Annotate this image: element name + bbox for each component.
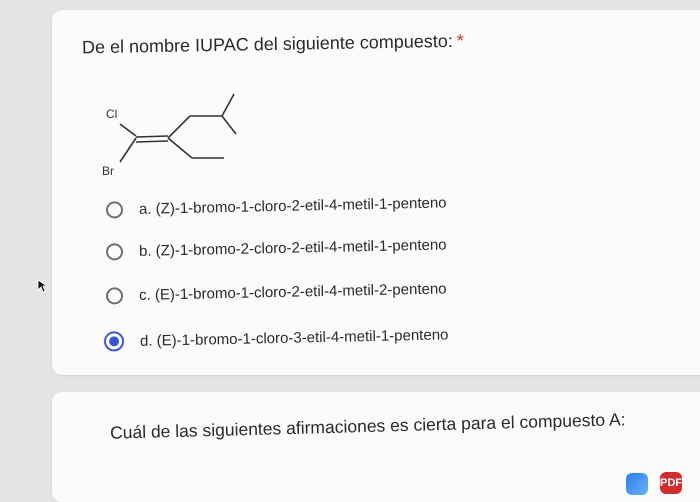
required-mark: *: [456, 30, 465, 51]
molecule-structure: Cl Br: [102, 93, 237, 178]
option-c[interactable]: c. (E)-1-bromo-1-cloro-2-etil-4-metil-2-…: [105, 280, 447, 305]
bond-c1-cl: [119, 123, 137, 137]
bond-c4-c5: [221, 115, 237, 135]
bond-c2-c3: [167, 115, 191, 139]
option-b-label: b. (Z)-1-bromo-2-cloro-2-etil-4-metil-1-…: [138, 236, 447, 260]
question-card-2: Cuál de las siguientes afirmaciones es c…: [52, 392, 700, 502]
option-d-label: d. (E)-1-bromo-1-cloro-3-etil-4-metil-1-…: [139, 325, 449, 350]
dock-bar: PDF: [620, 470, 700, 495]
option-b[interactable]: b. (Z)-1-bromo-2-cloro-2-etil-4-metil-1-…: [105, 236, 447, 261]
double-bond-b: [135, 140, 169, 143]
bond-c1-br: [119, 137, 137, 163]
double-bond-a: [135, 135, 169, 138]
radio-option-b[interactable]: [105, 243, 124, 261]
question-2-title: Cuál de las siguientes afirmaciones es c…: [109, 409, 626, 443]
option-a[interactable]: a. (Z)-1-bromo-1-cloro-2-etil-4-metil-1-…: [105, 194, 447, 219]
pdf-app-glyph: PDF: [660, 477, 682, 489]
question-card-1: De el nombre IUPAC del siguiente compues…: [52, 10, 700, 375]
option-d[interactable]: d. (E)-1-bromo-1-cloro-3-etil-4-metil-1-…: [103, 324, 449, 352]
bond-ethyl-1: [167, 137, 193, 159]
radio-option-d[interactable]: [103, 331, 125, 352]
question-1-title: De el nombre IUPAC del siguiente compues…: [82, 31, 464, 59]
radio-option-c[interactable]: [105, 287, 124, 305]
mouse-pointer-icon: [37, 279, 49, 293]
option-a-label: a. (Z)-1-bromo-1-cloro-2-etil-4-metil-1-…: [138, 194, 447, 218]
finder-app-icon[interactable]: [626, 473, 648, 495]
radio-option-a[interactable]: [105, 201, 124, 219]
bromine-label: Br: [102, 164, 114, 178]
bond-c4-methyl: [221, 93, 235, 117]
question-1-title-text: De el nombre IUPAC del siguiente compues…: [81, 30, 453, 58]
option-c-label: c. (E)-1-bromo-1-cloro-2-etil-4-metil-2-…: [138, 280, 447, 304]
skeletal-bonds: [119, 93, 237, 163]
chlorine-label: Cl: [106, 107, 117, 121]
